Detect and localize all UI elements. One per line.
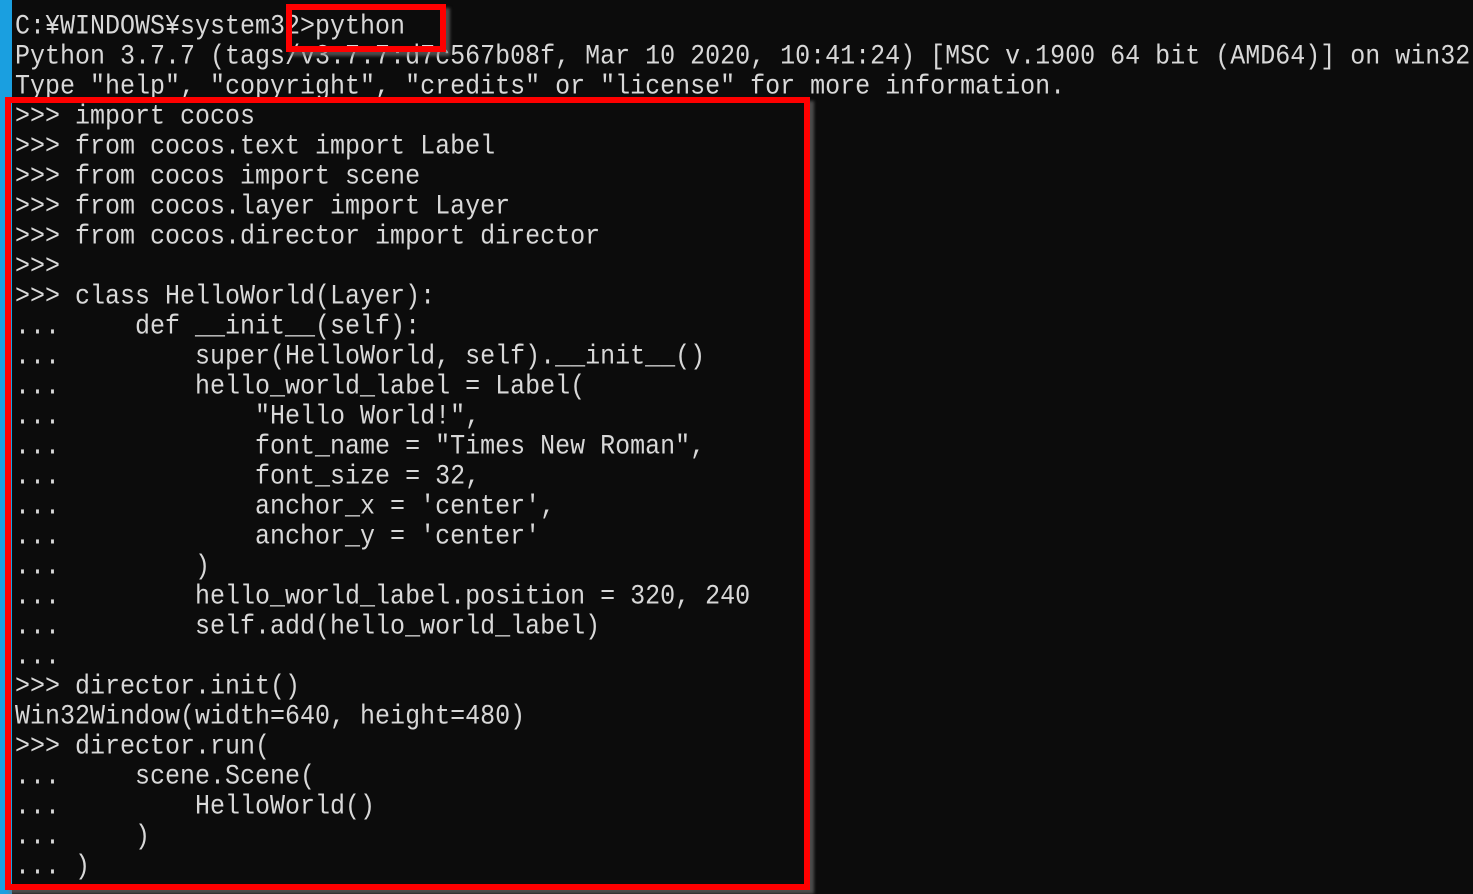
console-line: C:¥WINDOWS¥system32>python bbox=[15, 10, 406, 43]
highlight-python-command bbox=[286, 4, 446, 52]
highlight-code-block bbox=[5, 97, 810, 890]
console-line: Python 3.7.7 (tags/v3.7.7:d7c567b08f, Ma… bbox=[15, 40, 1471, 73]
